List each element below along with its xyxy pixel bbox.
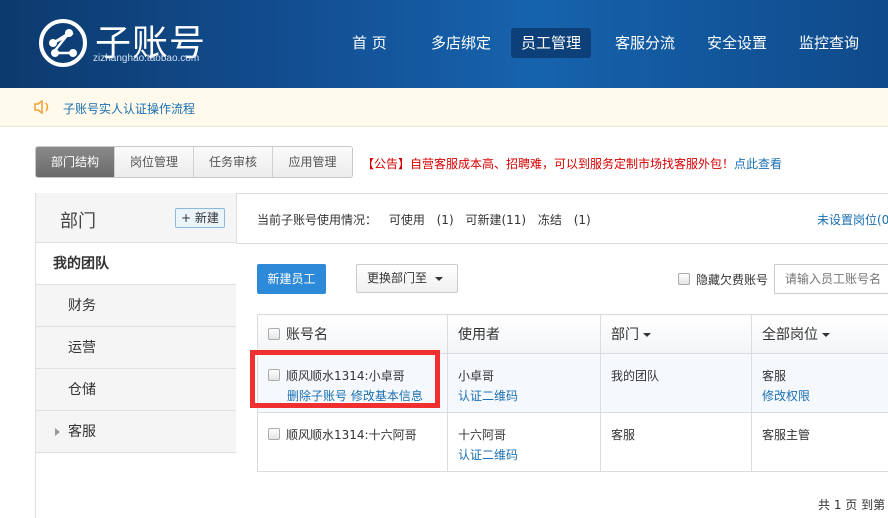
sidebar-item-warehouse[interactable]: 仓储 bbox=[36, 369, 236, 411]
user-name: 十六阿哥 bbox=[458, 428, 507, 442]
speaker-icon bbox=[34, 100, 49, 114]
pagination: 共 1 页 到第 bbox=[818, 498, 886, 512]
user-name: 小卓哥 bbox=[458, 369, 495, 383]
announcement-text: 【公告】自营客服成本高、招聘难，可以到服务定制市场找客服外包！ bbox=[362, 157, 735, 171]
qr-link[interactable]: 认证二维码 bbox=[458, 446, 590, 463]
col-label: 部门 bbox=[611, 327, 639, 343]
sidebar-item-my-team[interactable]: 我的团队 bbox=[36, 243, 236, 285]
usage-status: 当前子账号使用情况： 可使用 (1) 可新建(11) 冻结 (1) bbox=[257, 213, 591, 227]
new-dept-button[interactable]: + 新建 bbox=[175, 208, 225, 228]
caret-down-icon bbox=[822, 333, 830, 337]
tab-app[interactable]: 应用管理 bbox=[273, 147, 352, 177]
nav-security[interactable]: 安全设置 bbox=[697, 28, 777, 58]
divider bbox=[236, 193, 237, 243]
nav-staff[interactable]: 员工管理 bbox=[511, 28, 592, 58]
hide-overdue-checkbox[interactable] bbox=[678, 273, 690, 285]
col-label: 账号名 bbox=[286, 327, 328, 343]
dept-cell: 客服 bbox=[600, 412, 752, 472]
account-name: 顺风顺水1314:十六阿哥 bbox=[286, 428, 417, 442]
role-cell: 客服主管 bbox=[751, 412, 888, 472]
tab-dept-structure[interactable]: 部门结构 bbox=[36, 147, 115, 177]
employee-search-input[interactable] bbox=[774, 264, 888, 294]
tab-task-review[interactable]: 任务审核 bbox=[194, 147, 273, 177]
edit-permission-link[interactable]: 修改权限 bbox=[762, 387, 886, 404]
unset-position-link[interactable]: 未设置岗位(0 bbox=[817, 211, 888, 228]
tab-position[interactable]: 岗位管理 bbox=[115, 147, 194, 177]
nav-cs-routing[interactable]: 客服分流 bbox=[605, 28, 685, 58]
nav-home[interactable]: 首 页 bbox=[342, 28, 397, 58]
divider bbox=[236, 243, 888, 244]
announcement: 【公告】自营客服成本高、招聘难，可以到服务定制市场找客服外包！点此查看 bbox=[362, 155, 782, 172]
dept-sidebar: 部门 + 新建 我的团队 财务 运营 仓储 客服 bbox=[35, 193, 236, 518]
sidebar-item-operations[interactable]: 运营 bbox=[36, 327, 236, 369]
sidebar-item-finance[interactable]: 财务 bbox=[36, 285, 236, 327]
notice-link[interactable]: 子账号实人认证操作流程 bbox=[63, 100, 195, 117]
col-role[interactable]: 全部岗位 bbox=[751, 314, 888, 354]
dept-cell: 我的团队 bbox=[600, 353, 752, 413]
hide-overdue-label: 隐藏欠费账号 bbox=[696, 273, 769, 287]
expand-icon[interactable] bbox=[55, 428, 60, 436]
sidebar-title: 部门 bbox=[60, 211, 96, 232]
col-account: 账号名 bbox=[257, 314, 448, 354]
sub-tabs: 部门结构 岗位管理 任务审核 应用管理 bbox=[35, 146, 353, 178]
row-checkbox[interactable] bbox=[268, 428, 280, 440]
table-row: 顺风顺水1314:十六阿哥 十六阿哥认证二维码 客服 客服主管 bbox=[257, 412, 888, 472]
select-all-checkbox[interactable] bbox=[268, 328, 280, 340]
logo-url: zizhanghao.taobao.com bbox=[93, 53, 200, 64]
col-user: 使用者 bbox=[447, 314, 601, 354]
sidebar-header: 部门 + 新建 bbox=[36, 193, 236, 243]
sidebar-item-label: 客服 bbox=[68, 424, 96, 440]
move-dept-label: 更换部门至 bbox=[367, 271, 428, 285]
col-label: 全部岗位 bbox=[762, 327, 818, 343]
qr-link[interactable]: 认证二维码 bbox=[458, 387, 590, 404]
new-employee-button[interactable]: 新建员工 bbox=[257, 264, 326, 294]
announcement-link[interactable]: 点此查看 bbox=[734, 157, 782, 171]
caret-down-icon bbox=[435, 276, 444, 281]
col-dept[interactable]: 部门 bbox=[600, 314, 752, 354]
table-header: 账号名 使用者 部门 全部岗位 bbox=[257, 314, 888, 354]
move-dept-dropdown[interactable]: 更换部门至 bbox=[356, 264, 458, 293]
role-name: 客服 bbox=[762, 369, 787, 383]
logo-icon bbox=[39, 19, 87, 67]
nav-monitor[interactable]: 监控查询 bbox=[789, 28, 869, 58]
highlight-box bbox=[250, 350, 440, 408]
sidebar-item-customer-service[interactable]: 客服 bbox=[36, 411, 236, 453]
caret-down-icon bbox=[643, 333, 651, 337]
nav-multi-store[interactable]: 多店绑定 bbox=[421, 28, 501, 58]
